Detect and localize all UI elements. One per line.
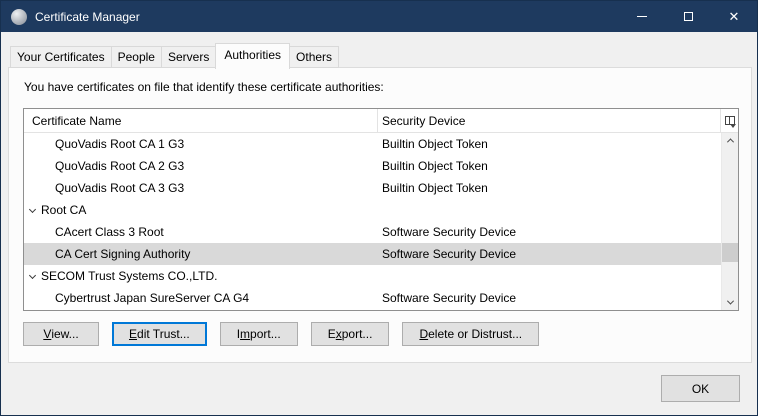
window-controls: ✕ [619, 1, 757, 32]
column-picker-icon [725, 116, 735, 125]
cert-name-cell: QuoVadis Root CA 2 G3 [24, 159, 378, 173]
cert-name-cell: CAcert Class 3 Root [24, 225, 378, 239]
table-rows: QuoVadis Root CA 1 G3 Builtin Object Tok… [24, 133, 721, 310]
vertical-scrollbar[interactable] [721, 133, 738, 310]
minimize-button[interactable] [619, 1, 665, 32]
minimize-icon [637, 16, 647, 17]
tab-others[interactable]: Others [289, 46, 339, 68]
column-picker-button[interactable] [720, 109, 738, 132]
security-device-cell: Software Security Device [378, 225, 721, 239]
intro-text: You have certificates on file that ident… [24, 80, 384, 94]
label-accel: V [43, 327, 51, 341]
scrollbar-thumb[interactable] [722, 243, 738, 262]
security-device-cell: Software Security Device [378, 291, 721, 305]
group-name-cell: SECOM Trust Systems CO.,LTD. [24, 269, 378, 283]
table-row-group[interactable]: Root CA [24, 199, 721, 221]
table-row[interactable]: QuoVadis Root CA 3 G3 Builtin Object Tok… [24, 177, 721, 199]
label-accel: m [240, 327, 250, 341]
table-row[interactable]: CAcert Class 3 Root Software Security De… [24, 221, 721, 243]
edit-trust-button[interactable]: Edit Trust... [112, 322, 207, 346]
table-header: Certificate Name Security Device [24, 109, 738, 133]
chevron-down-icon[interactable] [29, 205, 36, 212]
tab-your-certificates[interactable]: Your Certificates [10, 46, 112, 68]
close-icon: ✕ [729, 10, 740, 23]
scroll-up-button[interactable] [722, 133, 738, 148]
tab-authorities[interactable]: Authorities [215, 43, 290, 69]
group-label: Root CA [41, 203, 86, 217]
table-row[interactable]: QuoVadis Root CA 2 G3 Builtin Object Tok… [24, 155, 721, 177]
label-accel: D [419, 327, 428, 341]
certificate-manager-window: Certificate Manager ✕ Your Certificates … [0, 0, 758, 416]
close-button[interactable]: ✕ [711, 1, 757, 32]
tab-strip: Your Certificates People Servers Authori… [10, 43, 338, 68]
label-accel: E [129, 327, 137, 341]
group-name-cell: Root CA [24, 203, 378, 217]
view-button[interactable]: View... [23, 322, 99, 346]
chevron-down-icon[interactable] [29, 271, 36, 278]
security-device-cell: Builtin Object Token [378, 159, 721, 173]
security-device-cell: Builtin Object Token [378, 181, 721, 195]
label-post: dit Trust... [137, 327, 190, 341]
authorities-tab-panel: You have certificates on file that ident… [8, 67, 752, 363]
cert-name-cell: QuoVadis Root CA 1 G3 [24, 137, 378, 151]
import-button[interactable]: Import... [220, 322, 298, 346]
column-header-certificate-name[interactable]: Certificate Name [24, 109, 378, 132]
label-post: port... [250, 327, 281, 341]
column-header-security-device[interactable]: Security Device [378, 109, 720, 132]
table-row[interactable]: Cybertrust Japan SureServer CA G4 Softwa… [24, 287, 721, 309]
security-device-cell: Builtin Object Token [378, 137, 721, 151]
scroll-up-icon [727, 138, 734, 145]
table-body: QuoVadis Root CA 1 G3 Builtin Object Tok… [24, 133, 738, 310]
table-row-group[interactable]: SECOM Trust Systems CO.,LTD. [24, 265, 721, 287]
maximize-icon [684, 12, 693, 21]
label-post: iew... [51, 327, 78, 341]
maximize-button[interactable] [665, 1, 711, 32]
table-row-selected[interactable]: CA Cert Signing Authority Software Secur… [24, 243, 721, 265]
label-post: elete or Distrust... [428, 327, 522, 341]
app-globe-icon [11, 9, 27, 25]
table-row[interactable]: QuoVadis Root CA 1 G3 Builtin Object Tok… [24, 133, 721, 155]
action-buttons: View... Edit Trust... Import... Export..… [23, 322, 539, 346]
label-post: port... [342, 327, 373, 341]
titlebar[interactable]: Certificate Manager ✕ [1, 1, 757, 32]
window-title: Certificate Manager [35, 10, 140, 24]
scroll-down-icon [727, 298, 734, 305]
certificates-table: Certificate Name Security Device QuoVadi… [23, 108, 739, 311]
cert-name-cell: CA Cert Signing Authority [24, 247, 378, 261]
cert-name-cell: QuoVadis Root CA 3 G3 [24, 181, 378, 195]
cert-name-cell: Cybertrust Japan SureServer CA G4 [24, 291, 378, 305]
tab-servers[interactable]: Servers [161, 46, 216, 68]
export-button[interactable]: Export... [311, 322, 390, 346]
scroll-down-button[interactable] [722, 295, 738, 310]
ok-button[interactable]: OK [661, 375, 740, 402]
group-label: SECOM Trust Systems CO.,LTD. [41, 269, 217, 283]
label-pre: E [328, 327, 336, 341]
delete-or-distrust-button[interactable]: Delete or Distrust... [402, 322, 539, 346]
security-device-cell: Software Security Device [378, 247, 721, 261]
tab-people[interactable]: People [111, 46, 162, 68]
